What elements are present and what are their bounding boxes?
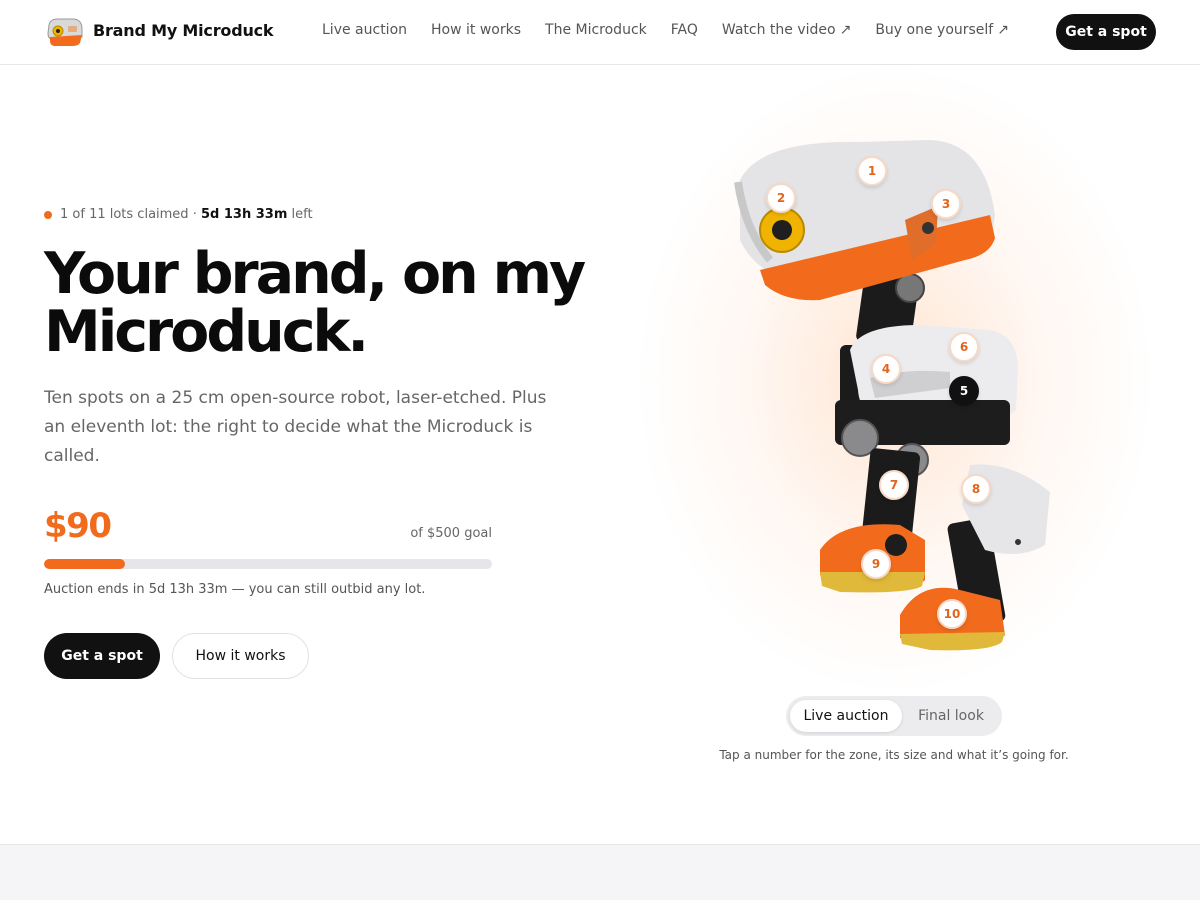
funding-goal: of $500 goal — [410, 526, 492, 541]
viewer-hint: Tap a number for the zone, its size and … — [719, 748, 1069, 762]
hero-subtitle: Ten spots on a 25 cm open-source robot, … — [44, 388, 547, 466]
zone-hotspot-7[interactable]: 7 — [879, 470, 909, 500]
get-a-spot-nav-button[interactable]: Get a spot — [1056, 14, 1156, 50]
zone-hotspot-2[interactable]: 2 — [766, 183, 796, 213]
headline-line-1: Your brand, on my — [44, 241, 586, 307]
zone-hotspot-10[interactable]: 10 — [937, 599, 967, 629]
brand-name[interactable]: Brand My Microduck — [93, 21, 274, 40]
nav-link-the-microduck[interactable]: The Microduck — [545, 22, 647, 38]
how-it-works-button[interactable]: How it works — [172, 633, 309, 679]
zone-hotspot-3[interactable]: 3 — [931, 189, 961, 219]
nav-link-live-auction[interactable]: Live auction — [322, 22, 407, 38]
nav-link-label: Watch the video — [721, 22, 836, 38]
get-a-spot-button[interactable]: Get a spot — [44, 633, 160, 679]
microduck-robot-illustration — [734, 140, 1050, 651]
time-left: 5d 13h 33m — [200, 207, 288, 222]
nav-link-label: FAQ — [670, 22, 698, 38]
headline-line-2: Microduck. — [44, 299, 369, 365]
zone-hotspot-8[interactable]: 8 — [961, 474, 991, 504]
auction-ends-note: Auction ends in 5d 13h 33m — you can sti… — [44, 582, 426, 597]
microduck-head-icon[interactable] — [44, 15, 84, 49]
top-navigation: Brand My Microduck Live auction How it w… — [0, 0, 1200, 65]
funding-progress-fill — [44, 559, 125, 569]
nav-link-label: The Microduck — [545, 22, 647, 38]
live-dot-icon — [44, 210, 52, 219]
zone-hotspot-5[interactable]: 5 — [949, 376, 979, 406]
zone-hotspot-4[interactable]: 4 — [871, 354, 901, 384]
nav-link-how-it-works[interactable]: How it works — [431, 22, 521, 38]
view-toggle: Live auction Final look — [786, 696, 1002, 736]
zone-hotspot-6[interactable]: 6 — [949, 332, 979, 362]
nav-link-label: Buy one yourself — [875, 22, 994, 38]
toggle-live-auction[interactable]: Live auction — [790, 700, 902, 732]
auction-status: 1 of 11 lots claimed · 5d 13h 33m left — [44, 207, 313, 222]
external-link-icon: ↗ — [997, 22, 1009, 38]
nav-link-label: How it works — [431, 22, 522, 38]
zone-hotspot-1[interactable]: 1 — [857, 156, 887, 186]
time-left-suffix: left — [291, 207, 313, 222]
nav-link-faq[interactable]: FAQ — [671, 22, 698, 38]
lots-claimed: 1 of 11 lots claimed — [60, 207, 189, 222]
zone-hotspot-9[interactable]: 9 — [861, 549, 891, 579]
external-link-icon: ↗ — [839, 22, 852, 38]
nav-link-label: Live auction — [322, 22, 408, 38]
status-separator: · — [192, 207, 197, 222]
nav-link-buy-one-yourself[interactable]: Buy one yourself ↗ — [875, 22, 1009, 38]
nav-link-watch-the-video[interactable]: Watch the video ↗ — [722, 22, 851, 38]
main-menu: Live auction How it works The Microduck … — [322, 22, 1033, 38]
hero-headline: Your brand, on my Microduck. — [44, 245, 604, 361]
next-section-band — [0, 844, 1200, 900]
toggle-final-look[interactable]: Final look — [904, 700, 998, 732]
funding-progress-bar — [44, 559, 492, 569]
amount-raised: $90 — [44, 506, 112, 546]
